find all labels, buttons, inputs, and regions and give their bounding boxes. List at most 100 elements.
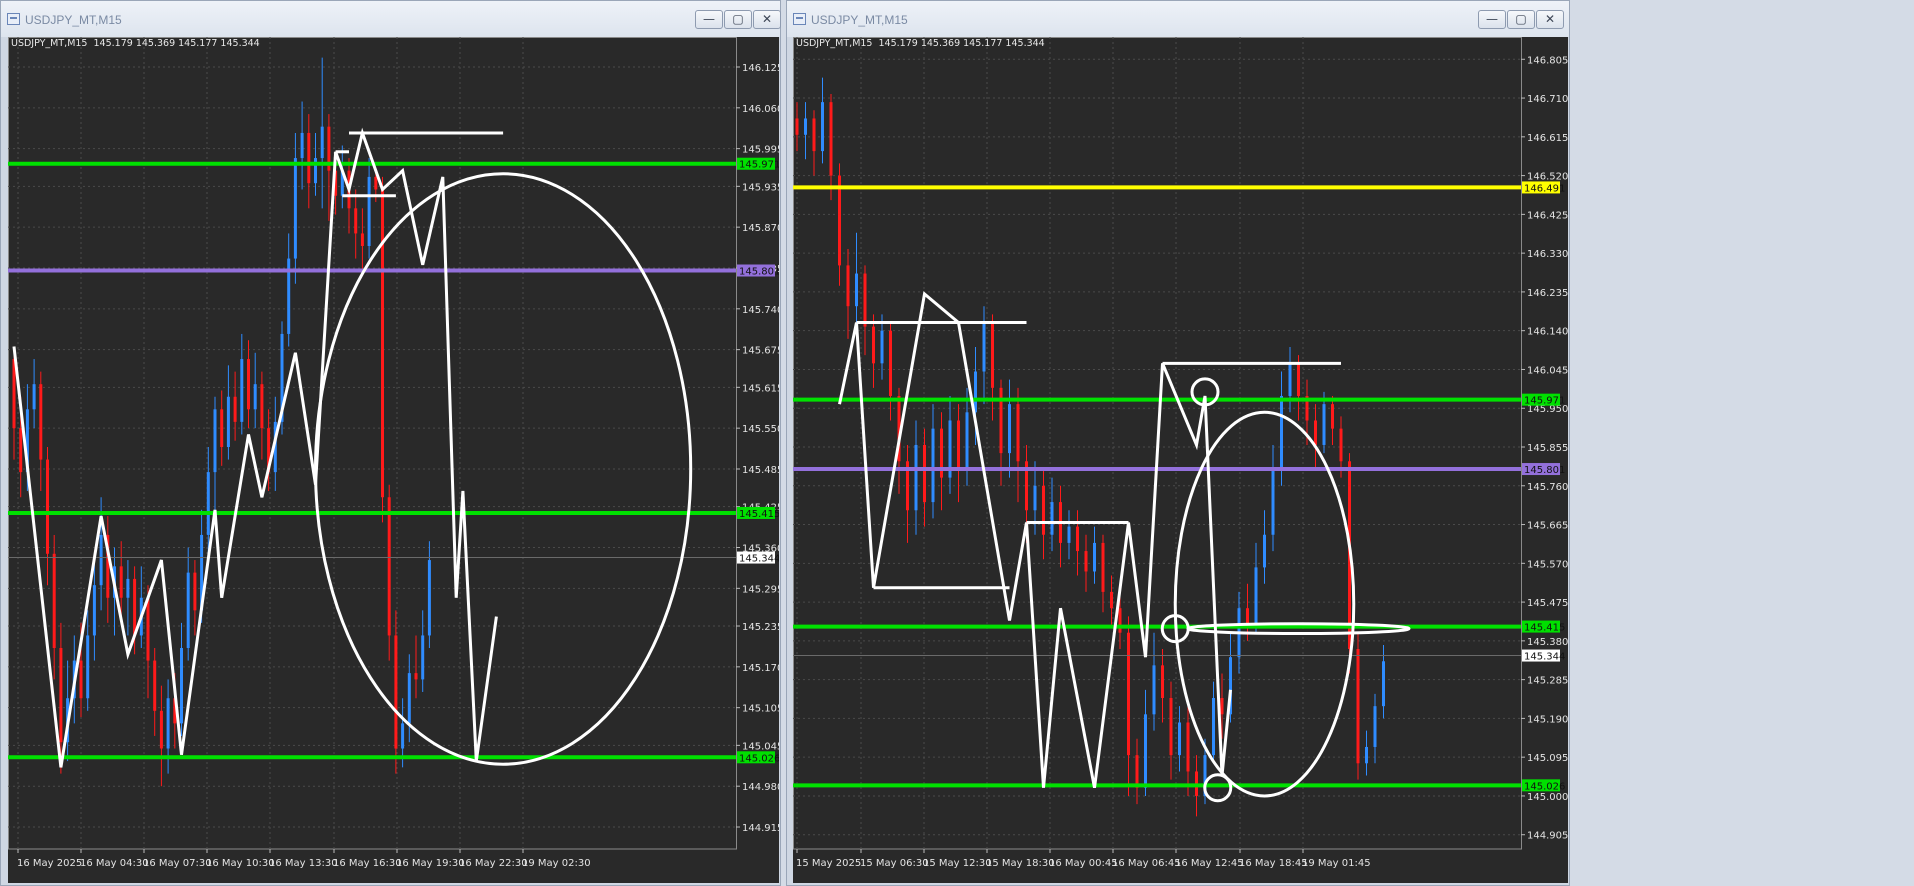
candle-body	[846, 265, 850, 307]
time-tick-label: 16 May 06:45	[1112, 858, 1181, 869]
candle-body	[1297, 363, 1300, 396]
window-titlebar[interactable]: USDJPY_MT,M15 — ▢ ✕	[1, 1, 781, 37]
price-tick-label: 145.105	[742, 704, 779, 715]
candle-body	[119, 566, 123, 598]
price-tick-label: 144.980	[742, 782, 779, 793]
time-tick-label: 16 May 16:30	[333, 858, 402, 869]
close-icon[interactable]: ✕	[753, 10, 781, 29]
price-tick-label: 146.060	[742, 104, 779, 115]
candle-body	[965, 412, 969, 470]
price-tick-label: 145.760	[1527, 482, 1568, 493]
symbol-info: USDJPY_MT,M15 145.179 145.369 145.177 14…	[796, 38, 1045, 49]
candle-body	[253, 384, 257, 410]
maximize-icon[interactable]: ▢	[1507, 10, 1535, 29]
price-tick-label: 145.995	[742, 145, 779, 156]
candle-body	[206, 472, 210, 535]
price-tick-label: 145.740	[742, 305, 779, 316]
candle-body	[982, 322, 986, 372]
price-chart[interactable]: 146.125 146.060 145.995 145.935 145.870 145.8…	[8, 37, 779, 883]
candle-body	[39, 384, 43, 460]
price-tick-label: 145.485	[742, 465, 779, 476]
candle-body	[146, 597, 150, 661]
candle-body	[421, 635, 425, 680]
window-titlebar[interactable]: USDJPY_MT,M15 — ▢ ✕	[787, 1, 1569, 37]
candle-body	[213, 409, 217, 473]
candle-body	[126, 578, 130, 598]
chart-window-right[interactable]: USDJPY_MT,M15 — ▢ ✕ 146.805 146.710 146.61…	[786, 0, 1570, 886]
candle-body	[1033, 485, 1037, 511]
time-tick-label: 16 May 07:30	[143, 858, 212, 869]
candle-body	[872, 326, 875, 364]
candle-body	[1144, 714, 1147, 788]
candle-body	[1084, 551, 1088, 572]
candle-body	[360, 233, 364, 246]
price-tick-label: 145.045	[742, 741, 779, 752]
close-icon[interactable]: ✕	[1536, 10, 1564, 29]
price-tick-label: 145.095	[1527, 753, 1568, 764]
candle-body	[300, 132, 304, 159]
time-tick-label: 15 May 2025	[796, 858, 861, 869]
candle-body	[1152, 665, 1156, 715]
chart-window-left[interactable]: USDJPY_MT,M15 — ▢ ✕ 146.125 146.060 145.99…	[0, 0, 781, 886]
symbol-info: USDJPY_MT,M15 145.179 145.369 145.177 14…	[11, 38, 260, 49]
price-tick-label: 144.915	[742, 823, 779, 834]
price-tick-label: 145.235	[742, 622, 779, 633]
price-tick-label: 146.045	[1527, 365, 1568, 376]
time-tick-label: 16 May 04:30	[80, 858, 149, 869]
candle-body	[829, 102, 833, 176]
candle-body	[307, 132, 311, 184]
candle-body	[387, 497, 391, 636]
drawn-flat-ellipse	[1186, 622, 1411, 636]
candle-body	[1373, 706, 1377, 747]
time-tick-label: 16 May 2025	[17, 858, 82, 869]
window-title: USDJPY_MT,M15	[811, 13, 908, 27]
candle-body	[354, 208, 358, 234]
price-tick-label: 145.570	[1527, 559, 1568, 570]
candle-body	[889, 330, 892, 396]
candle-body	[804, 118, 807, 135]
candle-body	[1220, 697, 1224, 715]
time-tick-label: 16 May 19:30	[396, 858, 465, 869]
price-chart[interactable]: 146.805 146.710 146.615 146.520 146.425 146.3…	[793, 37, 1568, 883]
candle-body	[1339, 428, 1343, 462]
price-tick-label: 145.000	[1527, 792, 1568, 803]
candle-body	[991, 322, 994, 388]
candle-body	[957, 420, 960, 470]
candle-body	[180, 648, 183, 724]
price-tick-label: 144.905	[1527, 831, 1568, 842]
chart-canvas[interactable]: 146.805 146.710 146.615 146.520 146.425 146.3…	[793, 37, 1568, 883]
price-tick-label: 145.285	[1527, 676, 1568, 687]
candle-body	[974, 371, 977, 413]
candle-body	[1212, 697, 1215, 756]
candle-body	[260, 384, 264, 429]
candle-body	[79, 660, 83, 699]
candle-body	[427, 560, 431, 636]
candle-body	[1365, 746, 1368, 764]
candle-body	[1288, 363, 1292, 396]
price-tick-label: 146.125	[742, 63, 779, 74]
candle-body	[159, 710, 163, 749]
candle-body	[1118, 608, 1122, 633]
maximize-icon[interactable]: ▢	[724, 10, 752, 29]
candle-body	[1050, 502, 1054, 535]
minimize-icon[interactable]: —	[695, 10, 723, 29]
price-tick-label: 145.855	[1527, 443, 1568, 454]
chart-canvas[interactable]: 146.125 146.060 145.995 145.935 145.870 145.8…	[8, 37, 779, 883]
candle-body	[1093, 542, 1096, 572]
time-tick-label: 16 May 18:45	[1239, 858, 1308, 869]
candle-body	[401, 723, 405, 749]
candle-body	[855, 273, 858, 307]
time-tick-label: 19 May 02:30	[522, 858, 591, 869]
price-tick-label: 145.295	[742, 584, 779, 595]
candle-body	[1169, 697, 1173, 756]
candle-body	[86, 635, 90, 699]
candle-body	[999, 387, 1003, 454]
candle-body	[247, 359, 250, 410]
price-tick-label: 146.330	[1527, 249, 1568, 260]
time-tick-label: 15 May 06:30	[860, 858, 929, 869]
candle-body	[320, 126, 324, 159]
price-tick-label: 146.710	[1527, 94, 1568, 105]
chart-window-icon	[793, 13, 806, 25]
minimize-icon[interactable]: —	[1478, 10, 1506, 29]
candle-body	[1271, 469, 1275, 535]
